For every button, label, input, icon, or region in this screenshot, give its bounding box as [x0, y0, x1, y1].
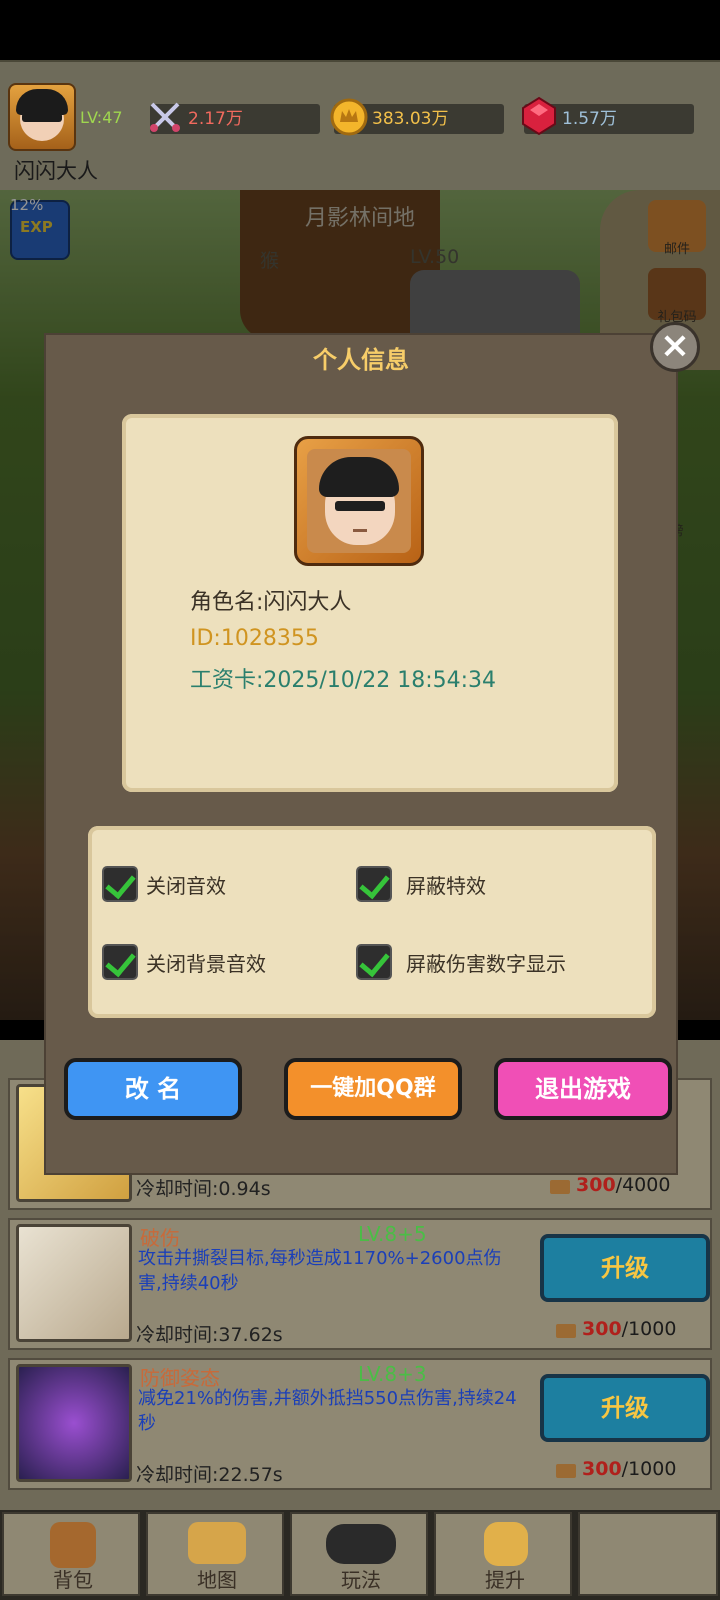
checkmark-icon — [105, 945, 136, 978]
join-qq-group-button[interactable]: 一键加QQ群 — [284, 1058, 462, 1120]
skill-book-icon — [550, 1180, 570, 1194]
skill-level: LV.8+3 — [358, 1362, 427, 1386]
system-status-bar — [0, 0, 720, 60]
hide-effects-label: 屏蔽特效 — [406, 874, 486, 898]
close-button[interactable]: × — [650, 322, 700, 372]
skill-cost: 300/1000 — [582, 1458, 676, 1480]
skill-book-icon — [556, 1464, 576, 1478]
role-name: 角色名:闪闪大人 — [190, 590, 352, 615]
mute-sfx-checkbox[interactable] — [102, 866, 138, 902]
nav-map-label: 地图 — [197, 1568, 237, 1592]
player-level: LV:47 — [80, 108, 123, 127]
gold-value: 383.03万 — [372, 109, 449, 129]
shield-icon — [16, 1364, 132, 1482]
cost-current: 300 — [582, 1458, 622, 1480]
hide-damage-numbers-checkbox[interactable] — [356, 944, 392, 980]
mute-bgm-label: 关闭背景音效 — [146, 952, 266, 976]
gold-coin-icon — [330, 98, 368, 136]
wage-card: 工资卡:2025/10/22 18:54:34 — [190, 668, 497, 693]
upgrade-button[interactable]: 升级 — [540, 1234, 710, 1302]
skill-cooldown: 冷却时间:37.62s — [136, 1324, 283, 1346]
avatar-glasses — [22, 113, 62, 122]
nav-play[interactable]: 玩法 — [290, 1512, 428, 1596]
nav-bag[interactable]: 背包 — [2, 1512, 140, 1596]
nav-bag-label: 背包 — [53, 1568, 93, 1592]
skill-level: LV.8+5 — [358, 1222, 427, 1246]
avatar-hair — [16, 89, 68, 115]
nav-map[interactable]: 地图 — [146, 1512, 284, 1596]
backpack-icon — [50, 1522, 96, 1568]
skill-cost: 300/1000 — [582, 1318, 676, 1340]
gamepad-icon — [326, 1524, 396, 1564]
map-scroll-icon — [188, 1522, 246, 1564]
nav-play-label: 玩法 — [341, 1568, 381, 1592]
checkmark-icon — [359, 867, 390, 900]
checkmark-icon — [105, 867, 136, 900]
avatar-hair — [319, 457, 399, 497]
nav-upgrade-label: 提升 — [485, 1568, 525, 1592]
mute-bgm-checkbox[interactable] — [102, 944, 138, 980]
nav-upgrade[interactable]: 提升 — [434, 1512, 572, 1596]
hide-effects-checkbox[interactable] — [356, 866, 392, 902]
avatar-brow — [335, 501, 385, 511]
checkmark-icon — [359, 945, 390, 978]
settings-card — [88, 826, 656, 1018]
cost-current: 300 — [582, 1318, 622, 1340]
skill-cooldown: 冷却时间:0.94s — [136, 1178, 271, 1200]
claw-wound-icon — [16, 1224, 132, 1342]
cost-max: /1000 — [621, 1318, 677, 1340]
cost-max: /4000 — [615, 1174, 671, 1196]
skill-book-icon — [556, 1324, 576, 1338]
player-avatar[interactable] — [8, 83, 76, 151]
skill-cooldown: 冷却时间:22.57s — [136, 1464, 283, 1486]
cost-max: /1000 — [621, 1458, 677, 1480]
skill-description: 减免21%的伤害,并额外抵挡550点伤害,持续24秒 — [138, 1388, 517, 1434]
skill-row: 破伤 LV.8+5 攻击并撕裂目标,每秒造成1170%+2600点伤害,持续40… — [8, 1218, 712, 1350]
rename-button[interactable]: 改 名 — [64, 1058, 242, 1120]
skill-cost: 300/4000 — [576, 1174, 670, 1196]
gem-value: 1.57万 — [562, 109, 617, 129]
avatar-mouth — [353, 529, 367, 532]
cost-current: 300 — [576, 1174, 616, 1196]
dialog-title: 个人信息 — [313, 346, 409, 374]
upgrade-button[interactable]: 升级 — [540, 1374, 710, 1442]
player-id: ID:1028355 — [190, 626, 319, 651]
nav-empty-slot — [578, 1512, 718, 1596]
hide-damage-numbers-label: 屏蔽伤害数字显示 — [406, 952, 566, 976]
skill-row: 防御姿态 LV.8+3 减免21%的伤害,并额外抵挡550点伤害,持续24秒 冷… — [8, 1358, 712, 1490]
red-gem-icon — [522, 96, 556, 136]
power-value: 2.17万 — [188, 109, 243, 129]
exit-game-button[interactable]: 退出游戏 — [494, 1058, 672, 1120]
avatar-frame — [307, 449, 411, 553]
crossed-swords-icon — [150, 102, 180, 132]
mute-sfx-label: 关闭音效 — [146, 874, 226, 898]
skill-description: 攻击并撕裂目标,每秒造成1170%+2600点伤害,持续40秒 — [138, 1248, 502, 1294]
profile-avatar — [294, 436, 424, 566]
close-icon: × — [659, 325, 691, 366]
player-name: 闪闪大人 — [14, 159, 98, 183]
fist-icon — [484, 1522, 528, 1566]
